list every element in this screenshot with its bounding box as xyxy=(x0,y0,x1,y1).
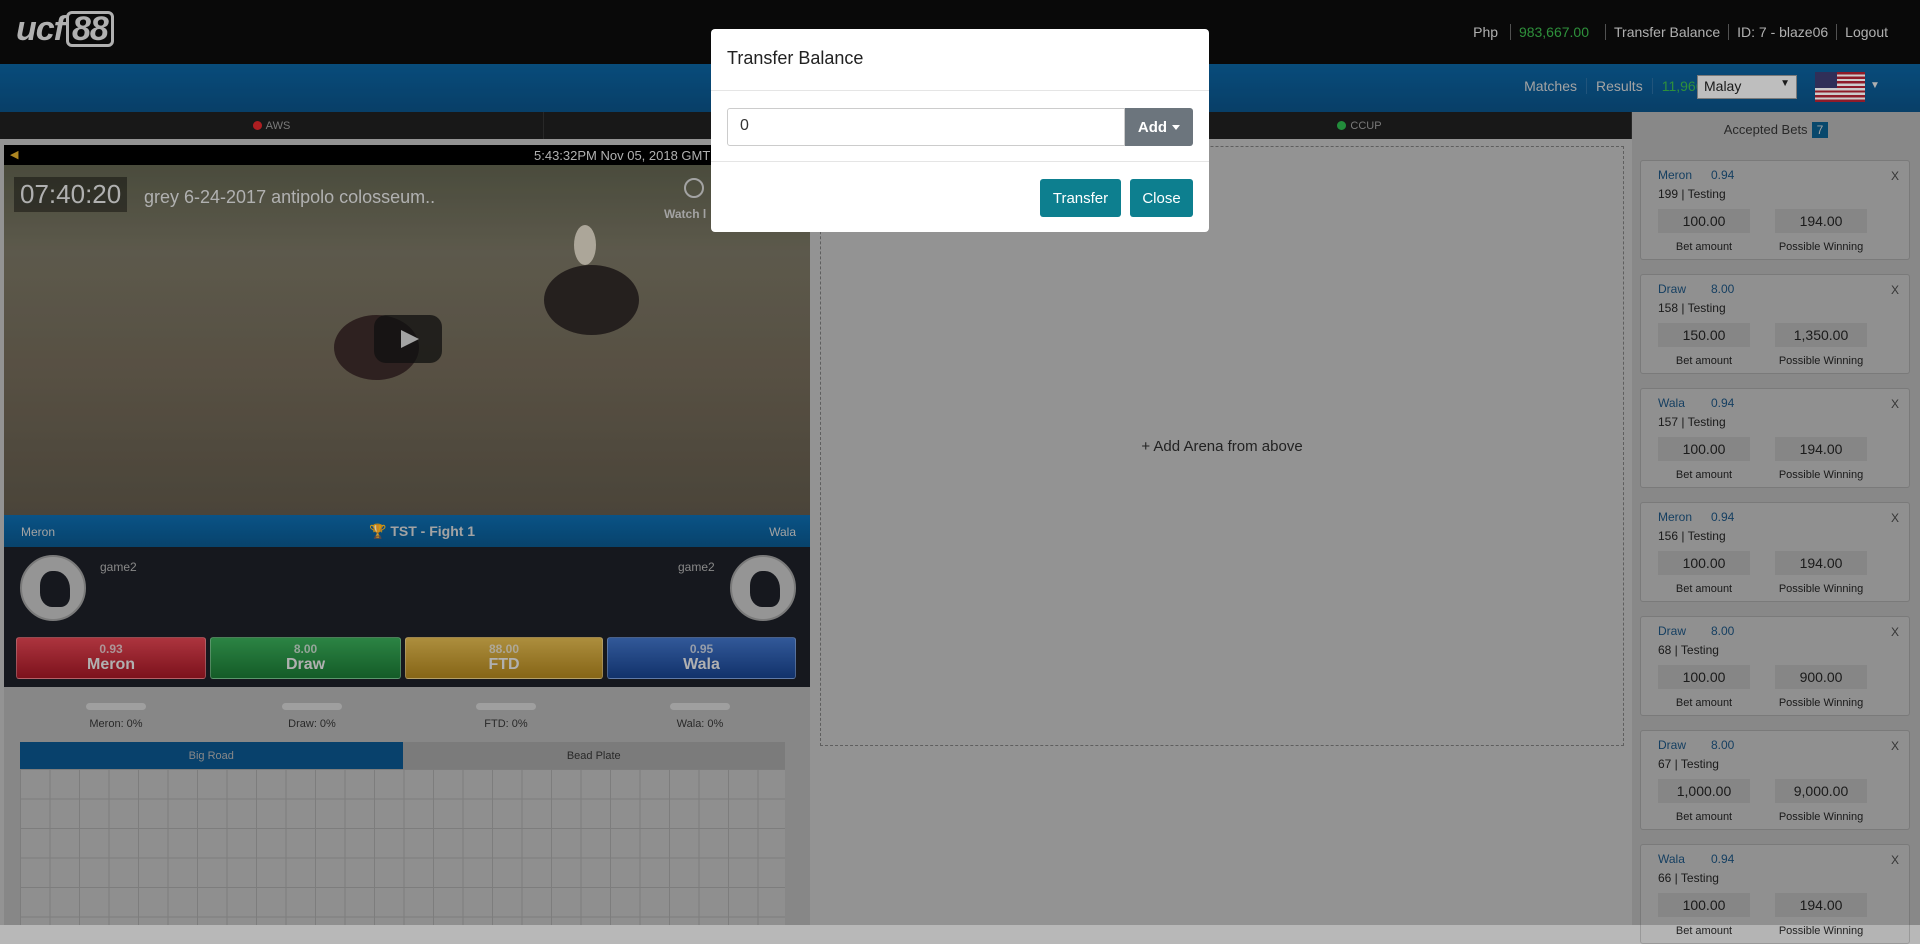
add-dropdown-button[interactable]: Add xyxy=(1125,108,1193,146)
transfer-balance-modal: Transfer Balance 0 Add Transfer Close xyxy=(711,29,1209,232)
transfer-button[interactable]: Transfer xyxy=(1040,179,1121,217)
add-label: Add xyxy=(1137,118,1168,136)
caret-down-icon xyxy=(1172,124,1181,130)
divider xyxy=(711,161,1209,162)
modal-title: Transfer Balance xyxy=(727,48,864,68)
close-button[interactable]: Close xyxy=(1130,179,1193,217)
transfer-amount-input[interactable]: 0 xyxy=(727,108,1125,146)
possible-winning-label: Possible Winning xyxy=(1778,925,1864,937)
divider xyxy=(711,90,1209,91)
bet-amount-label: Bet amount xyxy=(1675,925,1733,937)
